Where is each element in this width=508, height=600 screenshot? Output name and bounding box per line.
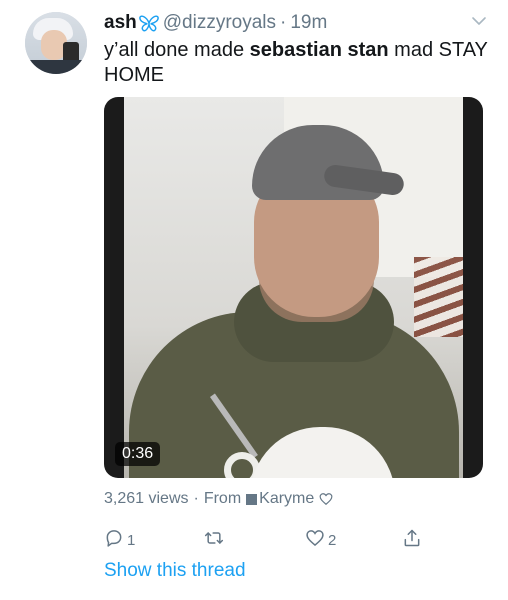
author-name[interactable]: ash [104, 12, 137, 34]
video-frame [124, 97, 463, 478]
header-separator: · [280, 12, 287, 33]
chevron-down-icon[interactable] [470, 12, 488, 30]
tweet-time[interactable]: 19m [290, 12, 327, 34]
reply-count: 1 [127, 531, 136, 549]
share-icon [402, 528, 422, 552]
reply-icon [104, 528, 124, 552]
action-bar: 1 2 [104, 528, 434, 552]
from-label: From [203, 490, 242, 507]
video-player[interactable]: 0:36 [104, 97, 483, 478]
retweet-button[interactable] [204, 528, 227, 552]
author-handle[interactable]: @dizzyroyals [163, 12, 276, 34]
tweet-meta: 3,261 views · From Karyme [104, 490, 333, 508]
square-icon [246, 493, 258, 505]
like-count: 2 [328, 531, 337, 549]
show-thread-link[interactable]: Show this thread [104, 560, 246, 582]
butterfly-icon [138, 14, 159, 32]
view-count: 3,261 views [104, 490, 189, 507]
avatar[interactable] [25, 12, 87, 74]
video-duration-badge: 0:36 [115, 442, 161, 466]
source-name[interactable]: Karyme [259, 490, 314, 508]
reply-button[interactable]: 1 [104, 528, 135, 552]
share-button[interactable] [402, 528, 422, 552]
tweet-text-part1: y’all done made [104, 39, 250, 61]
retweet-icon [204, 528, 224, 552]
heart-icon [305, 528, 325, 552]
heart-outline-icon [319, 492, 333, 506]
tweet[interactable]: ash @dizzyroyals · 19m y’all done made s… [0, 0, 508, 600]
tweet-text: y’all done made sebastian stan mad STAY … [104, 38, 494, 88]
like-button[interactable]: 2 [305, 528, 336, 552]
tweet-text-mention: sebastian stan [249, 39, 389, 61]
meta-separator: · [193, 490, 199, 507]
tweet-header: ash @dizzyroyals · 19m [104, 12, 327, 34]
